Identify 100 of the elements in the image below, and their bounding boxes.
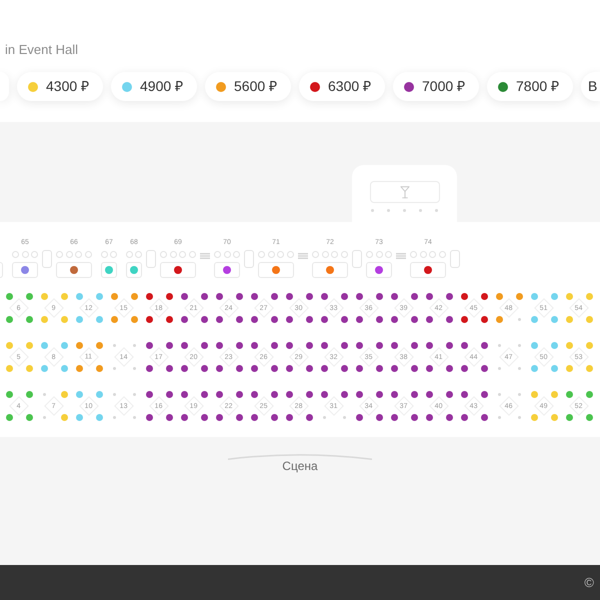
seat-icon[interactable] (216, 342, 222, 349)
seat-icon[interactable] (270, 391, 278, 398)
seat-icon[interactable] (410, 391, 418, 398)
seat-icon[interactable] (460, 316, 468, 323)
table-box[interactable] (56, 262, 92, 278)
seat-icon[interactable] (180, 391, 188, 398)
seat-icon[interactable] (250, 414, 258, 421)
seat-icon[interactable] (306, 293, 312, 300)
seat-icon[interactable] (306, 365, 312, 372)
seat-icon[interactable] (460, 293, 468, 300)
seat-icon[interactable] (446, 414, 452, 421)
seat-icon[interactable] (216, 293, 222, 300)
seat-icon[interactable] (306, 342, 312, 349)
seat-icon[interactable] (460, 414, 468, 421)
seat-icon[interactable] (356, 414, 362, 421)
table-box[interactable] (312, 262, 348, 278)
seat-icon[interactable] (426, 316, 432, 323)
seat-icon[interactable] (480, 365, 488, 372)
seat-icon[interactable] (446, 391, 452, 398)
seat-icon[interactable] (236, 293, 242, 300)
table-box[interactable] (258, 262, 294, 278)
seat-icon[interactable] (410, 316, 418, 323)
seat-icon[interactable] (446, 342, 452, 349)
seat-icon[interactable] (426, 414, 432, 421)
seat-icon[interactable] (410, 293, 418, 300)
seat-icon[interactable] (286, 391, 292, 398)
seat-icon[interactable] (356, 316, 362, 323)
seat-icon[interactable] (200, 293, 208, 300)
seat-icon[interactable] (480, 293, 488, 300)
seat-icon[interactable] (250, 293, 258, 300)
seat-icon[interactable] (146, 342, 152, 349)
seat-icon[interactable] (376, 316, 382, 323)
seat-icon[interactable] (390, 365, 398, 372)
seat-icon[interactable] (390, 414, 398, 421)
seat-icon[interactable] (270, 342, 278, 349)
seat-icon[interactable] (320, 391, 328, 398)
seat-icon[interactable] (286, 316, 292, 323)
seat-icon[interactable] (166, 391, 172, 398)
seat-icon[interactable] (480, 316, 488, 323)
seat-icon[interactable] (340, 342, 348, 349)
price-filter-chip[interactable]: 6300 ₽ (299, 72, 385, 101)
price-filter-chip[interactable]: В (581, 72, 600, 101)
seat-icon[interactable] (180, 414, 188, 421)
price-filter-chip[interactable]: 5600 ₽ (205, 72, 291, 101)
table-box[interactable] (12, 262, 38, 278)
seat-icon[interactable] (200, 391, 208, 398)
seat-icon[interactable] (480, 342, 488, 349)
seat-icon[interactable] (320, 365, 328, 372)
seat-icon[interactable] (410, 342, 418, 349)
seat-icon[interactable] (250, 342, 258, 349)
seat-icon[interactable] (166, 414, 172, 421)
seat-icon[interactable] (216, 316, 222, 323)
seat-icon[interactable] (250, 365, 258, 372)
seat-icon[interactable] (180, 342, 188, 349)
seat-icon[interactable] (376, 342, 382, 349)
seat-icon[interactable] (446, 365, 452, 372)
seat-icon[interactable] (340, 391, 348, 398)
seat-icon[interactable] (270, 293, 278, 300)
seat-icon[interactable] (236, 365, 242, 372)
seat-icon[interactable] (166, 365, 172, 372)
seat-icon[interactable] (200, 316, 208, 323)
seat-icon[interactable] (236, 414, 242, 421)
seat-icon[interactable] (480, 414, 488, 421)
seat-icon[interactable] (460, 365, 468, 372)
price-filter-chip[interactable]: 7800 ₽ (487, 72, 573, 101)
seat-icon[interactable] (146, 391, 152, 398)
seat-icon[interactable] (236, 342, 242, 349)
seat-icon[interactable] (286, 414, 292, 421)
seat-icon[interactable] (180, 293, 188, 300)
seat-icon[interactable] (320, 342, 328, 349)
seat-icon[interactable] (166, 342, 172, 349)
price-filter-chip[interactable]: 4900 ₽ (111, 72, 197, 101)
seat-icon[interactable] (410, 414, 418, 421)
seat-icon[interactable] (306, 414, 312, 421)
seat-icon[interactable] (460, 342, 468, 349)
seat-icon[interactable] (340, 365, 348, 372)
seat-icon[interactable] (200, 414, 208, 421)
seat-icon[interactable] (356, 342, 362, 349)
seat-icon[interactable] (270, 365, 278, 372)
seat-icon[interactable] (216, 365, 222, 372)
seat-icon[interactable] (200, 342, 208, 349)
seat-icon[interactable] (236, 316, 242, 323)
seat-icon[interactable] (426, 342, 432, 349)
seat-icon[interactable] (146, 365, 152, 372)
seat-icon[interactable] (286, 293, 292, 300)
seat-icon[interactable] (320, 316, 328, 323)
seat-icon[interactable] (166, 316, 172, 323)
seat-icon[interactable] (216, 414, 222, 421)
seat-icon[interactable] (390, 293, 398, 300)
seat-icon[interactable] (426, 293, 432, 300)
seat-icon[interactable] (340, 316, 348, 323)
seat-icon[interactable] (376, 365, 382, 372)
seat-icon[interactable] (236, 391, 242, 398)
seat-icon[interactable] (410, 365, 418, 372)
seat-icon[interactable] (390, 316, 398, 323)
seat-icon[interactable] (480, 391, 488, 398)
seat-icon[interactable] (286, 342, 292, 349)
seat-icon[interactable] (376, 293, 382, 300)
seat-icon[interactable] (376, 414, 382, 421)
seat-icon[interactable] (356, 293, 362, 300)
